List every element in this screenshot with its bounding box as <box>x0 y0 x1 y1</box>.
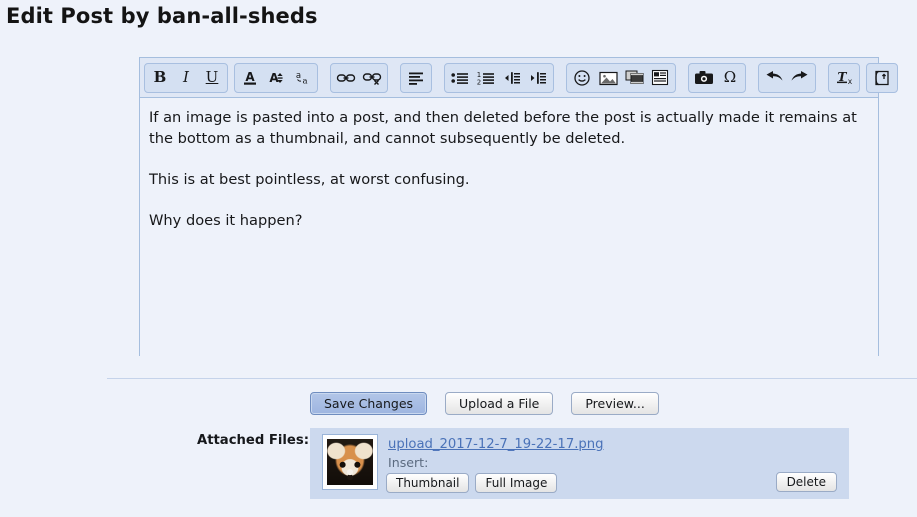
post-paragraph: If an image is pasted into a post, and t… <box>149 109 857 147</box>
editor-toolbar: B I U A A a a 1 2 Ω T x <box>140 58 898 98</box>
link-icon <box>336 70 356 86</box>
preview-button[interactable]: Preview... <box>571 392 659 415</box>
post-paragraph: This is at best pointless, at worst conf… <box>149 171 470 188</box>
toolbar-group-capture-symbol: Ω <box>688 62 746 93</box>
toolbar-group-history <box>758 62 816 93</box>
camera-icon <box>694 70 714 85</box>
svg-text:a: a <box>302 76 307 86</box>
italic-button[interactable]: I <box>173 65 199 91</box>
bold-icon: B <box>153 68 167 86</box>
svg-text:A: A <box>245 70 255 84</box>
red-panda-thumbnail-image <box>327 439 373 485</box>
insert-media-button[interactable] <box>621 65 647 91</box>
insert-image-button[interactable] <box>595 65 621 91</box>
svg-text:2: 2 <box>477 78 481 86</box>
font-size-icon: A <box>267 69 285 87</box>
post-paragraph: Why does it happen? <box>149 212 303 229</box>
toolbar-group-alignment <box>400 62 432 93</box>
upload-a-file-button[interactable]: Upload a File <box>445 392 554 415</box>
outdent-icon <box>502 70 522 86</box>
omega-icon: Ω <box>723 68 737 86</box>
svg-text:x: x <box>847 77 852 86</box>
italic-icon: I <box>183 68 189 86</box>
indent-icon <box>528 70 548 86</box>
bbcode-toggle-icon <box>873 69 891 87</box>
insert-thumbnail-button[interactable]: Thumbnail <box>386 473 470 493</box>
bold-button[interactable]: B <box>147 65 173 91</box>
emoji-button[interactable] <box>569 65 595 91</box>
attachment-thumbnail[interactable] <box>322 434 378 490</box>
toolbar-group-lists-indent: 1 2 <box>444 62 554 93</box>
section-divider <box>107 378 917 379</box>
font-family-icon: a a <box>293 69 311 87</box>
screenshot-button[interactable] <box>691 65 717 91</box>
svg-text:a: a <box>296 71 301 81</box>
underline-icon: U <box>205 68 219 86</box>
numbered-list-icon: 1 2 <box>476 70 496 86</box>
remove-link-button[interactable] <box>359 65 385 91</box>
indent-button[interactable] <box>525 65 551 91</box>
insert-link-button[interactable] <box>333 65 359 91</box>
attached-files-label: Attached Files: <box>196 433 309 448</box>
insert-buttons: Thumbnail Full Image <box>386 473 558 493</box>
align-left-icon <box>407 70 425 86</box>
form-actions: Save Changes Upload a File Preview... <box>310 392 659 415</box>
special-character-button[interactable]: Ω <box>717 65 743 91</box>
insert-full-image-button[interactable]: Full Image <box>475 473 558 493</box>
toggle-bbcode-button[interactable] <box>869 65 895 91</box>
attachment-row: upload_2017-12-7_19-22-17.png Insert: Th… <box>310 428 849 499</box>
text-color-icon: A <box>241 69 259 87</box>
align-button[interactable] <box>403 65 429 91</box>
toolbar-group-media-insert <box>566 62 676 93</box>
numbered-list-button[interactable]: 1 2 <box>473 65 499 91</box>
post-text-area[interactable]: If an image is pasted into a post, and t… <box>140 98 878 356</box>
underline-button[interactable]: U <box>199 65 225 91</box>
undo-button[interactable] <box>761 65 787 91</box>
image-icon <box>598 70 618 86</box>
redo-button[interactable] <box>787 65 813 91</box>
toolbar-group-source-toggle <box>866 62 898 93</box>
bullet-list-button[interactable] <box>447 65 473 91</box>
font-size-button[interactable]: A <box>263 65 289 91</box>
quote-block-icon <box>651 69 669 86</box>
insert-label: Insert: <box>388 455 429 470</box>
attachment-filename-link[interactable]: upload_2017-12-7_19-22-17.png <box>388 437 604 452</box>
redo-arrow-icon <box>790 70 810 85</box>
bullet-list-icon <box>450 70 470 86</box>
toolbar-group-remove-formatting: T x <box>828 62 860 93</box>
toolbar-group-link-tools <box>330 62 388 93</box>
font-family-button[interactable]: a a <box>289 65 315 91</box>
save-changes-button[interactable]: Save Changes <box>310 392 428 415</box>
smiley-icon <box>573 69 591 87</box>
text-color-button[interactable]: A <box>237 65 263 91</box>
clear-format-icon: T x <box>835 69 854 87</box>
page-title: Edit Post by ban-all-sheds <box>6 4 318 28</box>
toolbar-group-text-style: B I U <box>144 62 228 93</box>
post-editor: B I U A A a a 1 2 Ω T x If an image is p… <box>139 57 898 356</box>
unlink-icon <box>362 70 382 86</box>
delete-attachment-button[interactable]: Delete <box>775 472 837 492</box>
undo-arrow-icon <box>764 70 784 85</box>
toolbar-group-font-options: A A a a <box>234 62 318 93</box>
film-icon <box>625 69 644 86</box>
insert-quote-button[interactable] <box>647 65 673 91</box>
remove-formatting-button[interactable]: T x <box>831 65 857 91</box>
outdent-button[interactable] <box>499 65 525 91</box>
